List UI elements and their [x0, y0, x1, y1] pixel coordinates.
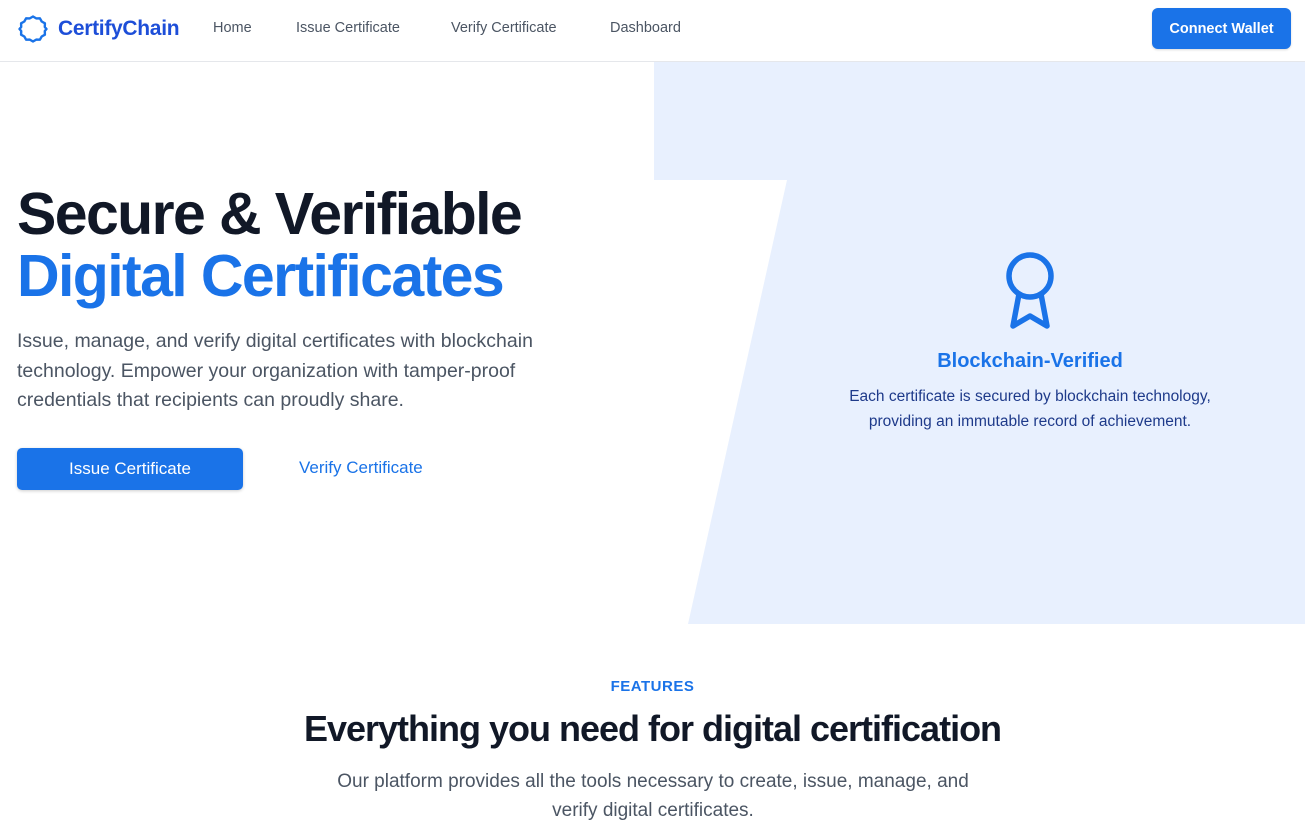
features-eyebrow: FEATURES [610, 678, 695, 695]
brand-name: CertifyChain [58, 17, 180, 40]
nav-link-issue-certificate[interactable]: Issue Certificate [296, 20, 400, 36]
issue-certificate-button[interactable]: Issue Certificate [17, 448, 243, 490]
card-description-line1: Each certificate is secured by blockchai… [849, 388, 1211, 405]
features-description: Our platform provides all the tools nece… [302, 767, 1004, 825]
verify-certificate-link[interactable]: Verify Certificate [299, 458, 423, 478]
nav-link-dashboard[interactable]: Dashboard [610, 20, 681, 36]
brand-logo[interactable]: CertifyChain [18, 14, 180, 44]
card-description: Each certificate is secured by blockchai… [790, 384, 1270, 434]
nav-link-verify-certificate[interactable]: Verify Certificate [451, 20, 557, 36]
top-navbar: CertifyChain Home Issue Certificate Veri… [0, 0, 1305, 62]
card-description-line2: providing an immutable record of achieve… [868, 413, 1192, 430]
card-title: Blockchain-Verified [937, 350, 1123, 372]
hero-title: Secure & Verifiable Digital Certificates [17, 183, 657, 307]
certify-badge-icon [18, 14, 48, 44]
features-title: Everything you need for digital certific… [303, 708, 1002, 749]
features-description-line2: verify digital certificates. [552, 800, 754, 821]
connect-wallet-button[interactable]: Connect Wallet [1152, 8, 1291, 49]
award-ribbon-icon [790, 250, 1270, 330]
blockchain-verified-card: Blockchain-Verified Each certificate is … [790, 250, 1270, 434]
hero-title-line1: Secure & Verifiable [17, 181, 523, 247]
features-description-line1: Our platform provides all the tools nece… [337, 771, 969, 792]
nav-link-home[interactable]: Home [213, 20, 252, 36]
hero-description: Issue, manage, and verify digital certif… [17, 330, 533, 411]
hero-title-line2: Digital Certificates [17, 243, 505, 309]
